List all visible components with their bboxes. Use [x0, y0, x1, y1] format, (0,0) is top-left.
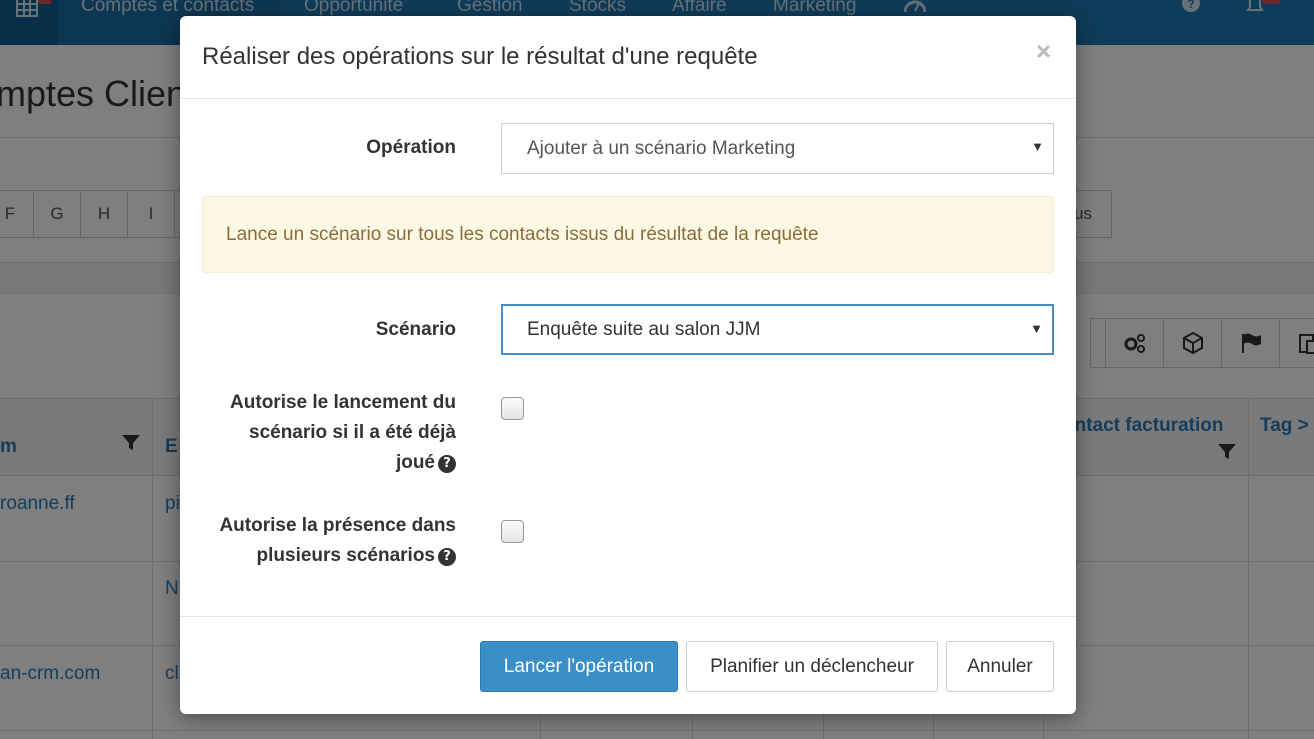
operation-select[interactable]: Ajouter à un scénario Marketing ▼: [501, 123, 1054, 174]
query-operations-modal: Réaliser des opérations sur le résultat …: [180, 16, 1076, 714]
allow-multiple-label-line: Autorise la présence dans: [219, 515, 456, 536]
operation-info-alert: Lance un scénario sur tous les contacts …: [202, 196, 1054, 273]
scenario-label: Scénario: [375, 319, 456, 340]
launch-operation-button[interactable]: Lancer l'opération: [480, 641, 678, 692]
scenario-select[interactable]: Enquête suite au salon JJM ▼: [501, 304, 1054, 355]
allow-multiple-label: Autorise la présence dans plusieurs scén…: [219, 511, 456, 571]
allow-replay-checkbox[interactable]: [501, 397, 524, 420]
modal-title: Réaliser des opérations sur le résultat …: [202, 43, 758, 70]
cancel-button[interactable]: Annuler: [946, 641, 1054, 692]
caret-down-icon: ▼: [1031, 139, 1044, 154]
modal-footer: Lancer l'opération Planifier un déclench…: [180, 616, 1076, 714]
scenario-select-value: Enquête suite au salon JJM: [527, 319, 761, 340]
question-circle-icon[interactable]: ?: [438, 548, 456, 566]
question-circle-icon[interactable]: ?: [438, 455, 456, 473]
caret-down-icon: ▼: [1030, 321, 1043, 336]
allow-replay-label-line: scénario si il a été déjà: [249, 422, 456, 443]
allow-multiple-checkbox[interactable]: [501, 520, 524, 543]
modal-header: Réaliser des opérations sur le résultat …: [180, 16, 1076, 99]
operation-select-value: Ajouter à un scénario Marketing: [527, 138, 796, 159]
close-icon[interactable]: ×: [1036, 36, 1051, 67]
allow-replay-label: Autorise le lancement du scénario si il …: [230, 388, 456, 478]
allow-multiple-label-line: plusieurs scénarios: [256, 545, 435, 566]
allow-replay-label-line: joué: [395, 452, 435, 473]
schedule-trigger-button[interactable]: Planifier un déclencheur: [686, 641, 938, 692]
operation-label: Opération: [366, 137, 456, 158]
allow-replay-label-line: Autorise le lancement du: [230, 392, 456, 413]
